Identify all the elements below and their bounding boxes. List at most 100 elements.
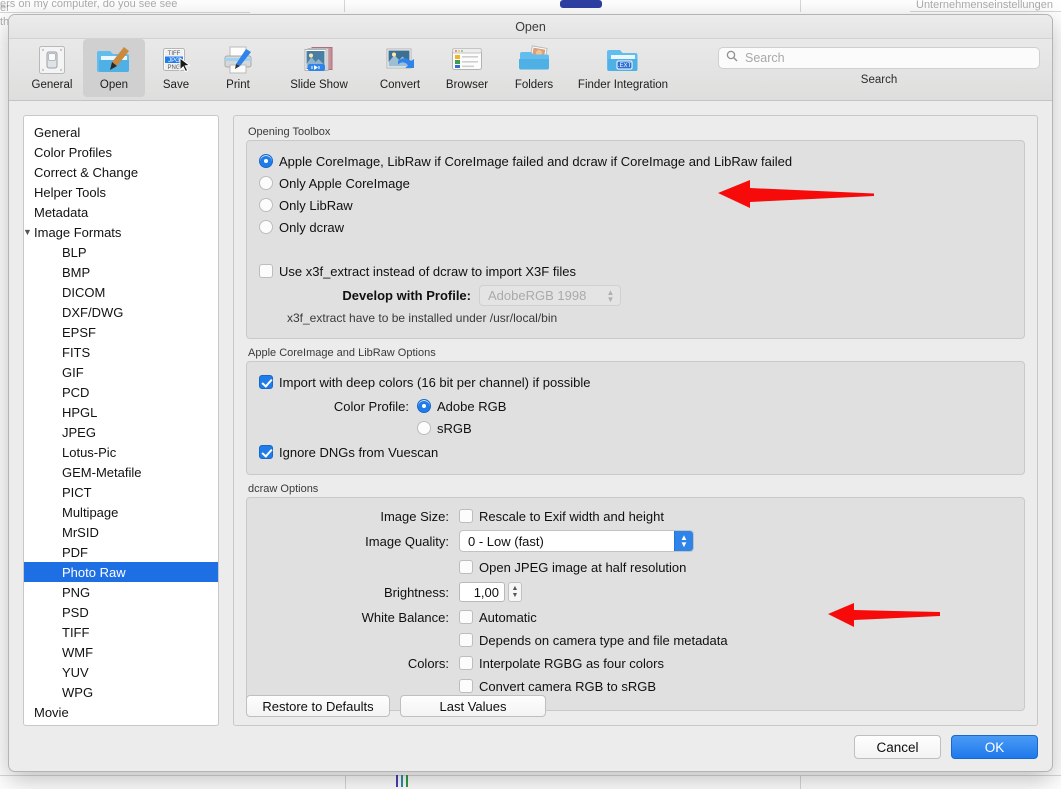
sidebar-item-blp[interactable]: BLP [24, 242, 218, 262]
row-color-profile-srgb[interactable]: sRGB [259, 418, 1012, 438]
sidebar-label: DICOM [62, 284, 106, 300]
sidebar-item-multipage[interactable]: Multipage [24, 502, 218, 522]
radio-row-only-libraw[interactable]: Only LibRaw [259, 195, 1012, 215]
label-color-profile: Color Profile: [333, 398, 409, 414]
row-convert-srgb[interactable]: Convert camera RGB to sRGB [259, 676, 1012, 696]
radio-color-profile-srgb[interactable] [417, 421, 431, 435]
toolbar-item-print[interactable]: Print [207, 39, 269, 97]
sidebar-label: Metadata [34, 204, 89, 220]
radio-color-profile-adobe-rgb[interactable] [417, 399, 431, 413]
toolbar-item-save[interactable]: TIFF JPG PNG Save [145, 39, 207, 97]
checkbox-label-deep-colors: Import with deep colors (16 bit per chan… [279, 374, 591, 390]
sidebar-item-tiff[interactable]: TIFF [24, 622, 218, 642]
label-colors: Colors: [407, 655, 449, 671]
toolbar-item-folders[interactable]: Folders [503, 39, 565, 97]
radio-label-srgb: sRGB [437, 420, 472, 436]
cancel-button[interactable]: Cancel [854, 735, 941, 759]
toolbar-item-open[interactable]: Open [83, 39, 145, 97]
toolbar-item-convert[interactable]: Convert [369, 39, 431, 97]
sidebar-item-image-formats[interactable]: ▼ Image Formats [24, 222, 218, 242]
restore-defaults-button[interactable]: Restore to Defaults [246, 695, 390, 717]
sidebar-item-dicom[interactable]: DICOM [24, 282, 218, 302]
sidebar-item-pcd[interactable]: PCD [24, 382, 218, 402]
radio-all-engines[interactable] [259, 154, 273, 168]
radio-row-only-dcraw[interactable]: Only dcraw [259, 217, 1012, 237]
checkbox-row-deep-colors[interactable]: Import with deep colors (16 bit per chan… [259, 372, 1012, 392]
brightness-input[interactable]: 1,00 [459, 582, 505, 602]
sidebar-item-fits[interactable]: FITS [24, 342, 218, 362]
checkbox-interpolate-rgbg[interactable] [459, 656, 473, 670]
image-quality-value: 0 - Low (fast) [468, 533, 544, 549]
sidebar-label: HPGL [62, 404, 98, 420]
sidebar-item-mrsid[interactable]: MrSID [24, 522, 218, 542]
sidebar-item-gif[interactable]: GIF [24, 362, 218, 382]
browser-window-icon [450, 43, 484, 77]
sidebar-label: WPG [62, 684, 94, 700]
radio-only-coreimage[interactable] [259, 176, 273, 190]
develop-profile-popup[interactable]: AdobeRGB 1998 ▲ ▼ [479, 285, 621, 306]
radio-row-only-coreimage[interactable]: Only Apple CoreImage [259, 173, 1012, 193]
sidebar-item-general[interactable]: General [24, 122, 218, 142]
sidebar-item-dxf-dwg[interactable]: DXF/DWG [24, 302, 218, 322]
row-image-size[interactable]: Image Size: Rescale to Exif width and he… [259, 506, 1012, 526]
checkbox-row-x3f-extract[interactable]: Use x3f_extract instead of dcraw to impo… [259, 261, 1012, 281]
sidebar-item-bmp[interactable]: BMP [24, 262, 218, 282]
sidebar-item-photo-raw[interactable]: Photo Raw [24, 562, 218, 582]
radio-only-dcraw[interactable] [259, 220, 273, 234]
sidebar-item-helper-tools[interactable]: Helper Tools [24, 182, 218, 202]
checkbox-row-ignore-dngs[interactable]: Ignore DNGs from Vuescan [259, 442, 1012, 462]
toolbar-item-slide-show[interactable]: Slide Show [269, 39, 369, 97]
sidebar-item-metadata[interactable]: Metadata [24, 202, 218, 222]
sidebar-item-pdf[interactable]: PDF [24, 542, 218, 562]
row-brightness[interactable]: Brightness: 1,00 ▲ ▼ [259, 582, 1012, 602]
sidebar-label: PCD [62, 384, 90, 400]
checkbox-x3f-extract[interactable] [259, 264, 273, 278]
brightness-stepper[interactable]: ▲ ▼ [508, 582, 522, 602]
sidebar-item-png[interactable]: PNG [24, 582, 218, 602]
sidebar-item-wmf[interactable]: WMF [24, 642, 218, 662]
sidebar-item-gem-metafile[interactable]: GEM-Metafile [24, 462, 218, 482]
chevron-down-icon[interactable]: ▼ [24, 227, 34, 237]
image-quality-popup[interactable]: 0 - Low (fast) ▲ ▼ [459, 530, 694, 552]
sidebar-item-lotus-pic[interactable]: Lotus-Pic [24, 442, 218, 462]
search-input[interactable] [743, 50, 1032, 66]
sidebar-item-hpgl[interactable]: HPGL [24, 402, 218, 422]
radio-row-all-engines[interactable]: Apple CoreImage, LibRaw if CoreImage fai… [259, 151, 1012, 171]
sidebar-item-epsf[interactable]: EPSF [24, 322, 218, 342]
sidebar-item-wpg[interactable]: WPG [24, 682, 218, 702]
sidebar-item-yuv[interactable]: YUV [24, 662, 218, 682]
sidebar-item-correct-change[interactable]: Correct & Change [24, 162, 218, 182]
sidebar-item-jpeg[interactable]: JPEG [24, 422, 218, 442]
checkbox-rescale-exif[interactable] [459, 509, 473, 523]
checkbox-half-resolution[interactable] [459, 560, 473, 574]
toolbar-label-open: Open [99, 79, 129, 91]
dialog-footer: Cancel OK [854, 735, 1038, 759]
sidebar-item-color-profiles[interactable]: Color Profiles [24, 142, 218, 162]
row-color-profile-adobe[interactable]: Color Profile: Adobe RGB [259, 396, 1012, 416]
row-colors-interpolate[interactable]: Colors: Interpolate RGBG as four colors [259, 653, 1012, 673]
radio-only-libraw[interactable] [259, 198, 273, 212]
sidebar-item-pict[interactable]: PICT [24, 482, 218, 502]
checkbox-deep-colors[interactable] [259, 375, 273, 389]
checkbox-ignore-dngs[interactable] [259, 445, 273, 459]
checkbox-wb-automatic[interactable] [459, 610, 473, 624]
toolbar-item-general[interactable]: General [21, 39, 83, 97]
row-half-resolution[interactable]: Open JPEG image at half resolution [259, 557, 1012, 577]
search-field[interactable] [718, 47, 1040, 69]
row-white-balance[interactable]: White Balance: Automatic [259, 607, 1012, 627]
sidebar-item-psd[interactable]: PSD [24, 602, 218, 622]
ok-button[interactable]: OK [951, 735, 1038, 759]
search-caption: Search [860, 74, 898, 86]
group-body-dcraw-options: Image Size: Rescale to Exif width and he… [246, 497, 1025, 711]
toolbar-item-browser[interactable]: Browser [431, 39, 503, 97]
sidebar-label: GEM-Metafile [62, 464, 142, 480]
last-values-button[interactable]: Last Values [400, 695, 546, 717]
checkbox-convert-camera-rgb[interactable] [459, 679, 473, 693]
settings-sidebar[interactable]: General Color Profiles Correct & Change … [23, 115, 219, 726]
radio-label-only-dcraw: Only dcraw [279, 219, 345, 235]
sidebar-item-movie[interactable]: Movie [24, 702, 218, 722]
row-wb-depends[interactable]: Depends on camera type and file metadata [259, 630, 1012, 650]
toolbar-item-finder-integration[interactable]: .EXT Finder Integration [565, 39, 681, 97]
checkbox-wb-depends[interactable] [459, 633, 473, 647]
row-image-quality[interactable]: Image Quality: 0 - Low (fast) ▲ ▼ [259, 530, 1012, 552]
